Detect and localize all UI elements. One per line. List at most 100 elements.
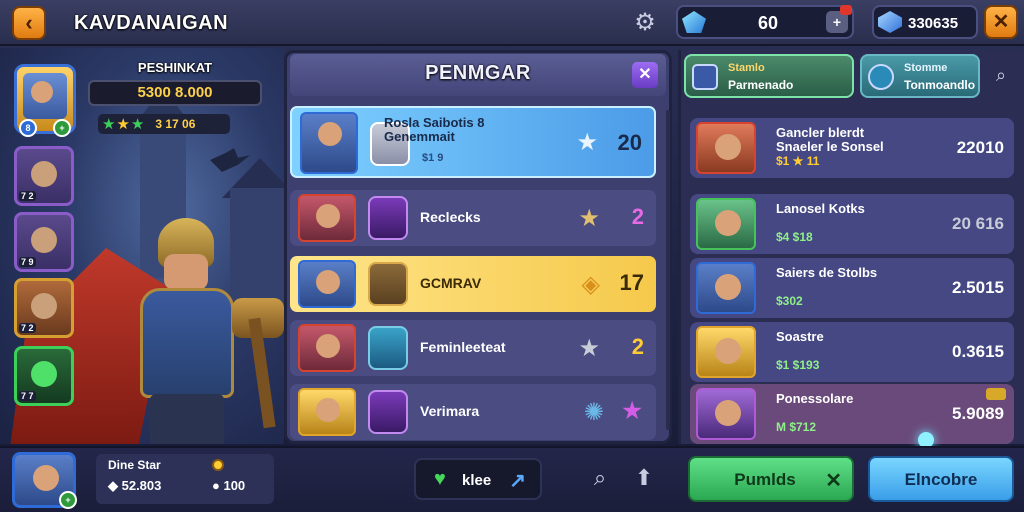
player-info: Dine Star ◆ 52.803 ● 100 — [96, 454, 274, 504]
rank-badge — [986, 388, 1006, 400]
heart-icon: ♥ — [434, 468, 446, 490]
leaderboard-row[interactable]: Lanosel Kotks $4 $18 20 616 — [690, 194, 1014, 254]
leaderboard-title: Saiers de Stolbs — [776, 265, 878, 280]
player-face — [33, 465, 59, 491]
dragon-silhouette — [210, 148, 250, 172]
hero-slot-2[interactable]: 7 9 — [14, 212, 74, 272]
portrait-face — [31, 81, 53, 103]
hero-row[interactable]: Verimara ✺ ★ — [290, 384, 656, 440]
hero-armor — [140, 288, 234, 398]
horn-icon: ◈ — [581, 271, 600, 298]
chevron-left-icon: ‹ — [25, 10, 33, 35]
player-face — [715, 338, 741, 364]
crystal-amount: 330635 — [908, 15, 959, 32]
gem-icon — [682, 11, 706, 33]
panel-title: PENMGAR — [425, 62, 531, 84]
hero-face — [316, 398, 340, 422]
player-face — [715, 134, 741, 160]
hero-slot-4[interactable]: 7 7 — [14, 346, 74, 406]
hero-tab-icon — [692, 64, 718, 90]
gear-icon[interactable]: ⚙ — [630, 8, 660, 38]
arrow-up-icon[interactable]: ⬆ — [630, 464, 658, 492]
hero-row[interactable]: Reclecks ★ 2 — [290, 190, 656, 246]
hero-label: PESHINKAT — [137, 60, 213, 75]
search-icon[interactable]: ⌕ — [988, 62, 1014, 88]
hero-row-name: Feminleeteat — [420, 339, 506, 355]
green-action-button[interactable]: Pumlds ✕ — [688, 456, 854, 502]
hero-portrait — [298, 324, 356, 372]
leaderboard-title: Gancler blerdt Snaeler le Sonsel — [776, 125, 884, 154]
player-avatar[interactable]: + — [12, 452, 77, 509]
leaderboard-row[interactable]: Gancler blerdt Snaeler le Sonsel $1 ★ 11… — [690, 118, 1014, 178]
player-stat-2: ● 100 — [212, 478, 246, 493]
star-icon: ★ — [578, 335, 600, 362]
player-portrait — [696, 262, 756, 314]
leaderboard-row[interactable]: Ponessolare M $712 5.9089 — [690, 384, 1014, 444]
search-icon[interactable]: ⌕ — [586, 464, 614, 492]
hero-face — [316, 204, 340, 228]
game-title: KAVDANAIGAN — [74, 12, 229, 34]
hero-row[interactable]: GCMRAV ◈ 17 — [290, 256, 656, 312]
close-icon: ✕ — [825, 470, 842, 492]
tab-secondary[interactable]: Stomme Tonmoandlo — [860, 54, 980, 98]
hero-stars-value: 3 17 06 — [155, 117, 196, 131]
leaderboard-score: 22010 — [956, 138, 1004, 157]
slot-count: 7 2 — [19, 191, 36, 201]
purple-emblem-icon — [368, 390, 408, 434]
hero-row[interactable]: Feminleeteat ★ 2 — [290, 320, 656, 376]
hero-face — [164, 254, 208, 290]
player-portrait — [696, 198, 756, 250]
star-icon: ★ — [116, 116, 130, 133]
hero-row[interactable]: Rosla Saibotis 8 Genemmait $1 9 ★ 20 — [290, 106, 656, 178]
blue-action-button[interactable]: Elncobre — [868, 456, 1014, 502]
gold-emblem-icon — [368, 262, 408, 306]
hero-legs — [150, 394, 224, 444]
purple-emblem-icon — [368, 196, 408, 240]
player-portrait — [696, 388, 756, 440]
leaderboard-row[interactable]: Saiers de Stolbs $302 2.5015 — [690, 258, 1014, 318]
close-button[interactable]: ✕ — [984, 5, 1018, 39]
star-icon: ★ — [576, 129, 598, 156]
back-button[interactable]: ‹ — [12, 6, 46, 40]
hero-stars: ★ ★ ★ 3 17 06 — [98, 114, 230, 134]
leaderboard-meta: M $712 — [776, 420, 817, 434]
player-face — [715, 274, 741, 300]
tab-primary[interactable]: Stamlo Parmenado — [684, 54, 854, 98]
leaderboard-title: Lanosel Kotks — [776, 201, 865, 216]
like-button[interactable]: ♥ klee ↗ — [414, 458, 542, 500]
teal-emblem-icon — [368, 326, 408, 370]
hero-face-icon — [31, 227, 57, 253]
notification-badge — [840, 5, 852, 15]
arrow-up-right-icon: ↗ — [509, 470, 526, 492]
slot-count: 7 9 — [19, 257, 36, 267]
hero-face — [318, 122, 342, 146]
hero-face-icon — [31, 161, 57, 187]
hero-face-icon — [31, 293, 57, 319]
green-button-label: Pumlds — [734, 470, 796, 489]
slot-count: 7 7 — [19, 391, 36, 401]
blue-button-label: Elncobre — [904, 470, 978, 489]
scrollbar[interactable] — [666, 110, 670, 430]
crystal-icon — [878, 11, 902, 33]
leaderboard-row[interactable]: Soastre $1 $193 0.3615 — [690, 322, 1014, 382]
hero-slot-1[interactable]: 7 2 — [14, 146, 74, 206]
gem-currency: 60 + — [676, 5, 854, 39]
hero-row-value: 2 — [631, 204, 644, 229]
star-icon: ★ — [622, 398, 642, 423]
hero-portrait — [298, 260, 356, 308]
hero-face — [316, 334, 340, 358]
crystal-currency: 330635 — [872, 5, 978, 39]
leaderboard-score: 20 616 — [952, 214, 1004, 233]
hero-character[interactable] — [120, 218, 250, 444]
leaderboard-meta: $1 ★ 11 — [776, 154, 820, 168]
hero-portrait — [300, 112, 358, 174]
hero-row-name: GCMRAV — [420, 275, 482, 291]
star-icon: ★ — [130, 116, 145, 133]
panel-close-button[interactable]: ✕ — [632, 62, 658, 88]
hero-slot-3[interactable]: 7 2 — [14, 278, 74, 338]
hero-row-value: 2 — [631, 334, 644, 359]
leaderboard-meta: $1 $193 — [776, 358, 820, 372]
slot-count: 7 2 — [19, 323, 36, 333]
hero-portrait — [298, 194, 356, 242]
selected-hero-portrait[interactable]: 8 + — [14, 64, 76, 137]
